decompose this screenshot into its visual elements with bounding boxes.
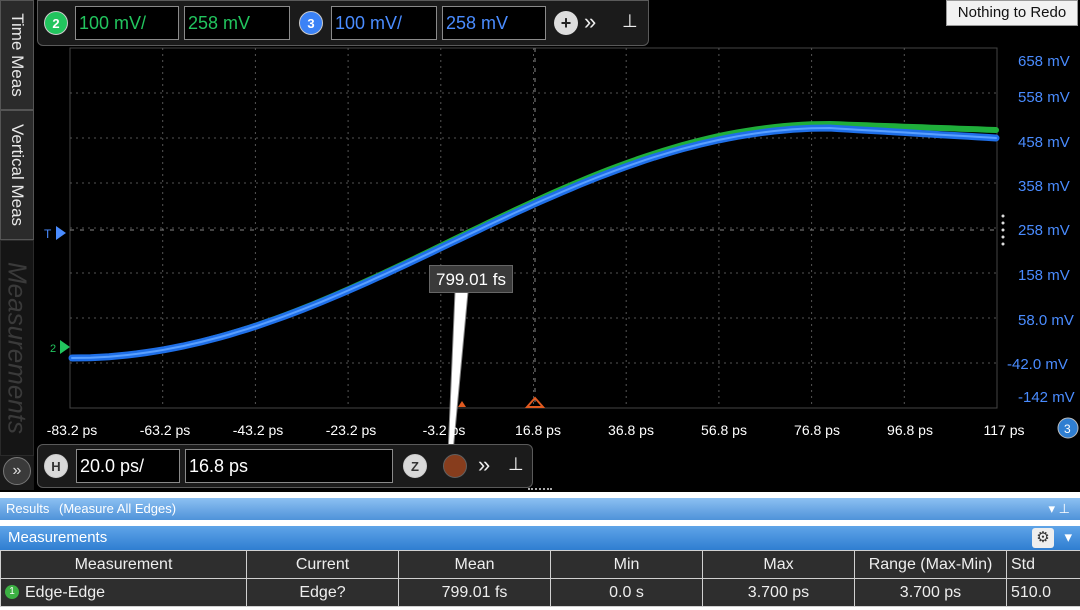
redo-button[interactable]: Nothing to Redo: [946, 0, 1078, 26]
tab-measurements[interactable]: Measurements: [0, 240, 34, 456]
x-tick-label: -23.2 ps: [325, 422, 377, 438]
expand-sidebar-button[interactable]: »: [3, 457, 31, 485]
column-header[interactable]: Min: [550, 550, 703, 579]
x-tick-label: -63.2 ps: [139, 422, 191, 438]
channel-2-ground-label[interactable]: 2: [50, 343, 56, 355]
x-tick-label: 96.8 ps: [887, 422, 933, 438]
measurements-title: Measurements: [8, 529, 108, 546]
tab-measurements-label: Measurements: [2, 262, 33, 434]
tab-vertical-meas-label: Vertical Meas: [8, 123, 27, 227]
max-cell: 3.700 ps: [702, 578, 855, 607]
x-tick-label: 56.8 ps: [701, 422, 747, 438]
channel-3-axis-badge-label: 3: [1064, 422, 1071, 436]
channel-1-source-icon: 1: [5, 585, 19, 600]
y-tick-label: 158 mV: [1018, 267, 1070, 284]
plus-circle-icon[interactable]: +: [554, 11, 578, 35]
pin-icon[interactable]: ⊥: [622, 11, 638, 32]
table-header-row: Measurement Current Mean Min Max Range (…: [0, 550, 1080, 579]
scale-grip-dot: [1001, 228, 1005, 232]
column-header[interactable]: Mean: [398, 550, 551, 579]
y-tick-label: 258 mV: [1018, 222, 1070, 239]
record-icon[interactable]: [443, 454, 467, 478]
column-header[interactable]: Measurement: [0, 550, 247, 579]
tab-time-meas[interactable]: Time Meas: [0, 0, 34, 110]
results-menu-icon[interactable]: ▾ ⊥: [1049, 498, 1070, 520]
zoom-button[interactable]: Z: [403, 454, 427, 478]
scale-grip-dot: [1001, 235, 1005, 239]
side-tab-strip: Time Meas Vertical Meas Measurements: [0, 0, 34, 490]
measurements-menu-icon[interactable]: ▾: [1064, 526, 1072, 550]
results-title: Results: [6, 501, 50, 516]
y-tick-label: -142 mV: [1018, 389, 1075, 406]
x-tick-label: -43.2 ps: [232, 422, 284, 438]
tab-time-meas-label: Time Meas: [8, 13, 27, 97]
range-cell: 3.700 ps: [854, 578, 1007, 607]
x-tick-label: -83.2 ps: [46, 422, 98, 438]
horizontal-position-field[interactable]: 16.8 ps: [185, 449, 393, 483]
measurements-header: Measurements ▾: [0, 526, 1080, 550]
channel-3-badge[interactable]: 3: [299, 11, 323, 35]
results-panel: Results (Measure All Edges) ▾ ⊥ Measurem…: [0, 492, 1080, 610]
x-tick-label: 36.8 ps: [608, 422, 654, 438]
channel-2-offset-field[interactable]: 258 mV: [184, 6, 290, 40]
channel-2-badge[interactable]: 2: [44, 11, 68, 35]
x-tick-label: -3.2 ps: [422, 422, 466, 438]
scale-grip-dot: [1001, 214, 1005, 218]
scale-grip-dot: [1001, 221, 1005, 225]
y-tick-label: 558 mV: [1018, 89, 1070, 106]
y-tick-label: 658 mV: [1018, 53, 1070, 70]
channel-toolbar: 2 100 mV/ 258 mV 3 100 mV/ 258 mV + » ⊥: [37, 0, 649, 46]
column-header[interactable]: Std: [1006, 550, 1080, 579]
trigger-level-label[interactable]: T: [44, 227, 52, 241]
x-tick-label: 117 ps: [983, 422, 1025, 438]
y-tick-label: 58.0 mV: [1018, 312, 1074, 329]
channel-3-offset-field[interactable]: 258 mV: [442, 6, 546, 40]
column-header[interactable]: Range (Max-Min): [854, 550, 1007, 579]
gear-icon[interactable]: ⚙: [1032, 528, 1054, 548]
measurement-cell: 1 Edge-Edge: [0, 578, 247, 607]
waveform-display[interactable]: T 2 3: [0, 0, 1080, 450]
double-chevron-right-icon[interactable]: »: [478, 453, 490, 477]
horizontal-scale-field[interactable]: 20.0 ps/: [76, 449, 180, 483]
std-cell: 510.0: [1006, 578, 1080, 607]
tab-vertical-meas[interactable]: Vertical Meas: [0, 110, 34, 240]
y-tick-label: -42.0 mV: [1007, 356, 1068, 373]
channel-2-ground-marker: [60, 340, 70, 354]
measurement-tooltip: 799.01 fs: [429, 265, 513, 293]
double-chevron-right-icon[interactable]: »: [584, 10, 596, 34]
y-tick-label: 358 mV: [1018, 178, 1070, 195]
column-header[interactable]: Max: [702, 550, 855, 579]
channel-2-scale-field[interactable]: 100 mV/: [75, 6, 179, 40]
column-header[interactable]: Current: [246, 550, 399, 579]
channel-3-scale-field[interactable]: 100 mV/: [331, 6, 437, 40]
measurements-table: Measurement Current Mean Min Max Range (…: [0, 550, 1080, 607]
results-title-bar: Results (Measure All Edges) ▾ ⊥: [0, 498, 1080, 520]
horizontal-badge[interactable]: H: [44, 454, 68, 478]
mean-cell: 799.01 fs: [398, 578, 551, 607]
x-tick-label: 76.8 ps: [794, 422, 840, 438]
horizontal-toolbar: H 20.0 ps/ 16.8 ps Z » ⊥: [37, 444, 533, 488]
table-row[interactable]: 1 Edge-Edge Edge? 799.01 fs 0.0 s 3.700 p…: [0, 578, 1080, 607]
results-subtitle: (Measure All Edges): [58, 501, 177, 516]
measurement-name: Edge-Edge: [25, 583, 106, 601]
min-cell: 0.0 s: [550, 578, 703, 607]
trigger-level-marker: [56, 226, 66, 240]
current-cell: Edge?: [246, 578, 399, 607]
pin-icon[interactable]: ⊥: [508, 454, 524, 475]
x-tick-label: 16.8 ps: [515, 422, 561, 438]
scale-grip-dot: [1001, 242, 1005, 246]
y-tick-label: 458 mV: [1018, 134, 1070, 151]
